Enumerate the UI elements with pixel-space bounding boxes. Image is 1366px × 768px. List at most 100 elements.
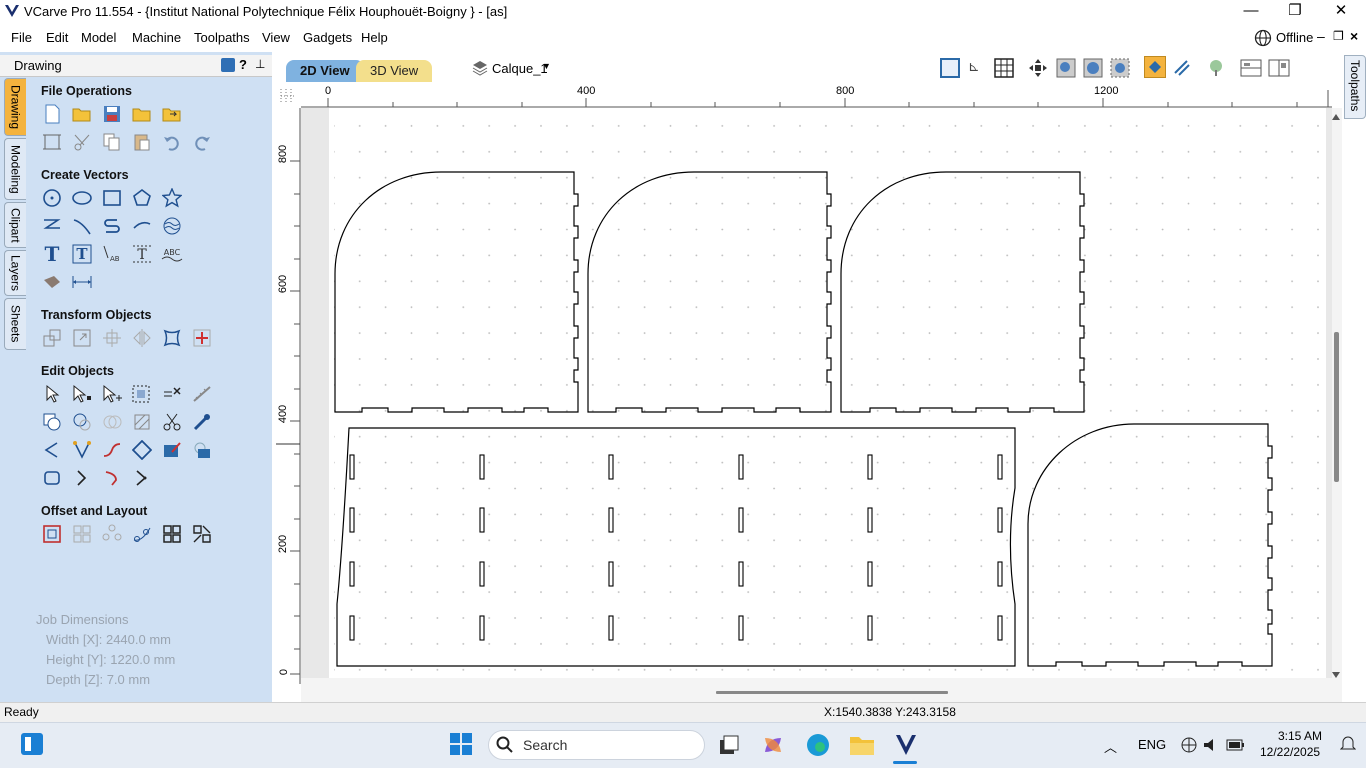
clock-date[interactable]: 12/22/2025: [1260, 745, 1320, 759]
draft-mode-icon[interactable]: [1172, 58, 1192, 81]
input-language[interactable]: ENG: [1138, 737, 1166, 752]
fillet-icon[interactable]: [190, 410, 214, 434]
text-arc-icon[interactable]: T: [130, 242, 154, 266]
taskbar-search[interactable]: [488, 730, 705, 760]
move-icon[interactable]: [40, 326, 64, 350]
tab-sheets[interactable]: Sheets: [4, 298, 26, 350]
windows-start-icon[interactable]: [449, 732, 473, 759]
menu-edit[interactable]: Edit: [46, 30, 68, 45]
clock-time[interactable]: 3:15 AM: [1278, 729, 1322, 743]
circle-icon[interactable]: [40, 186, 64, 210]
menu-file[interactable]: File: [11, 30, 32, 45]
abc-text-icon[interactable]: ABC: [160, 242, 184, 266]
pan-icon[interactable]: [1028, 58, 1048, 81]
curve-icon[interactable]: [70, 214, 94, 238]
polygon-icon[interactable]: [130, 186, 154, 210]
transform-select-icon[interactable]: [100, 382, 124, 406]
widgets-icon[interactable]: [20, 732, 44, 759]
copilot-icon[interactable]: [760, 732, 786, 761]
star-icon[interactable]: [160, 186, 184, 210]
zoom-in-icon[interactable]: [1056, 58, 1076, 81]
mirror-icon[interactable]: [130, 326, 154, 350]
menu-machine[interactable]: Machine: [132, 30, 181, 45]
offline-status[interactable]: Offline: [1276, 30, 1313, 45]
snap-to-grid-icon[interactable]: [1144, 56, 1166, 78]
red-curve-icon[interactable]: [100, 466, 124, 490]
maximize-button[interactable]: ❐: [1272, 0, 1318, 24]
pin-icon[interactable]: ⊥: [255, 57, 265, 71]
close-vectors-icon[interactable]: [160, 438, 184, 462]
tab-3d-view[interactable]: 3D View: [356, 60, 433, 82]
grid-array-icon[interactable]: [70, 522, 94, 546]
delete-nodes-icon[interactable]: [160, 382, 184, 406]
tab-layers[interactable]: Layers: [4, 250, 26, 296]
circular-array-icon[interactable]: [100, 522, 124, 546]
edge-browser-icon[interactable]: [805, 732, 831, 761]
distort-icon[interactable]: [160, 326, 184, 350]
vcarve-taskbar-icon[interactable]: [893, 732, 919, 761]
snap-icon[interactable]: ⊾: [968, 58, 980, 75]
import-icon[interactable]: [160, 102, 184, 126]
text-icon[interactable]: T: [40, 242, 64, 266]
tab-2d-view[interactable]: 2D View: [286, 60, 364, 82]
bracket-right-icon[interactable]: [70, 466, 94, 490]
menu-toolpaths[interactable]: Toolpaths: [194, 30, 250, 45]
selection-box-icon[interactable]: [130, 382, 154, 406]
smart-smooth-icon[interactable]: [130, 438, 154, 462]
network-icon[interactable]: [1180, 736, 1198, 757]
open-folder-icon[interactable]: [130, 102, 154, 126]
nesting-icon[interactable]: [160, 522, 184, 546]
redo-icon[interactable]: [190, 130, 214, 154]
bitmap-trace-icon[interactable]: [40, 270, 64, 294]
volume-icon[interactable]: [1202, 736, 1220, 757]
paste-icon[interactable]: [130, 130, 154, 154]
layer-dropdown[interactable]: Calque_1: [492, 61, 548, 76]
notification-bell-icon[interactable]: [1339, 735, 1357, 756]
offset-icon[interactable]: [40, 522, 64, 546]
mdi-restore-button[interactable]: ❐: [1333, 29, 1344, 43]
minimize-button[interactable]: —: [1228, 0, 1274, 24]
tab-clipart[interactable]: Clipart: [4, 202, 26, 248]
menu-view[interactable]: View: [262, 30, 290, 45]
menu-help[interactable]: Help: [361, 30, 388, 45]
select-arrow-icon[interactable]: [40, 382, 64, 406]
grid-icon[interactable]: [994, 58, 1014, 81]
copy-along-vector-icon[interactable]: [130, 522, 154, 546]
rectangle-icon[interactable]: [100, 186, 124, 210]
offset-shape-icon[interactable]: [40, 466, 64, 490]
zoom-out-icon[interactable]: [1083, 58, 1103, 81]
split-horizontal-icon[interactable]: [1240, 58, 1262, 81]
join-open-icon[interactable]: [40, 438, 64, 462]
task-view-icon[interactable]: [718, 734, 740, 759]
trim-icon[interactable]: [160, 410, 184, 434]
job-setup-icon[interactable]: [40, 130, 64, 154]
chevron-up-icon[interactable]: ︿: [1104, 737, 1117, 756]
split-vertical-icon[interactable]: [1268, 58, 1290, 81]
menu-gadgets[interactable]: Gadgets: [303, 30, 352, 45]
zoom-box-icon[interactable]: [1110, 58, 1130, 81]
copy-icon[interactable]: [100, 130, 124, 154]
hatch-icon[interactable]: [130, 410, 154, 434]
close-button[interactable]: ✕: [1318, 0, 1364, 24]
mdi-minimize-button[interactable]: –: [1317, 28, 1325, 44]
tab-modeling[interactable]: Modeling: [4, 138, 26, 200]
chevron-down-icon[interactable]: ▼: [542, 61, 551, 71]
battery-icon[interactable]: [1226, 737, 1246, 756]
open-file-icon[interactable]: [70, 102, 94, 126]
new-file-icon[interactable]: [40, 102, 64, 126]
mdi-close-button[interactable]: ×: [1350, 28, 1358, 44]
node-edit-icon[interactable]: [70, 382, 94, 406]
center-icon[interactable]: [190, 326, 214, 350]
panel-toggle-icon[interactable]: [221, 58, 235, 72]
tree-icon[interactable]: [1206, 58, 1226, 81]
align-icon[interactable]: [100, 326, 124, 350]
measure-icon[interactable]: [190, 382, 214, 406]
dimension-icon[interactable]: [70, 270, 94, 294]
subtract-icon[interactable]: [70, 410, 94, 434]
text-box-icon[interactable]: T: [70, 242, 94, 266]
extend-icon[interactable]: [130, 466, 154, 490]
ellipse-icon[interactable]: [70, 186, 94, 210]
text-on-curve-icon[interactable]: AB: [100, 242, 124, 266]
drawing-canvas[interactable]: [276, 84, 1342, 702]
wave-icon[interactable]: [160, 214, 184, 238]
